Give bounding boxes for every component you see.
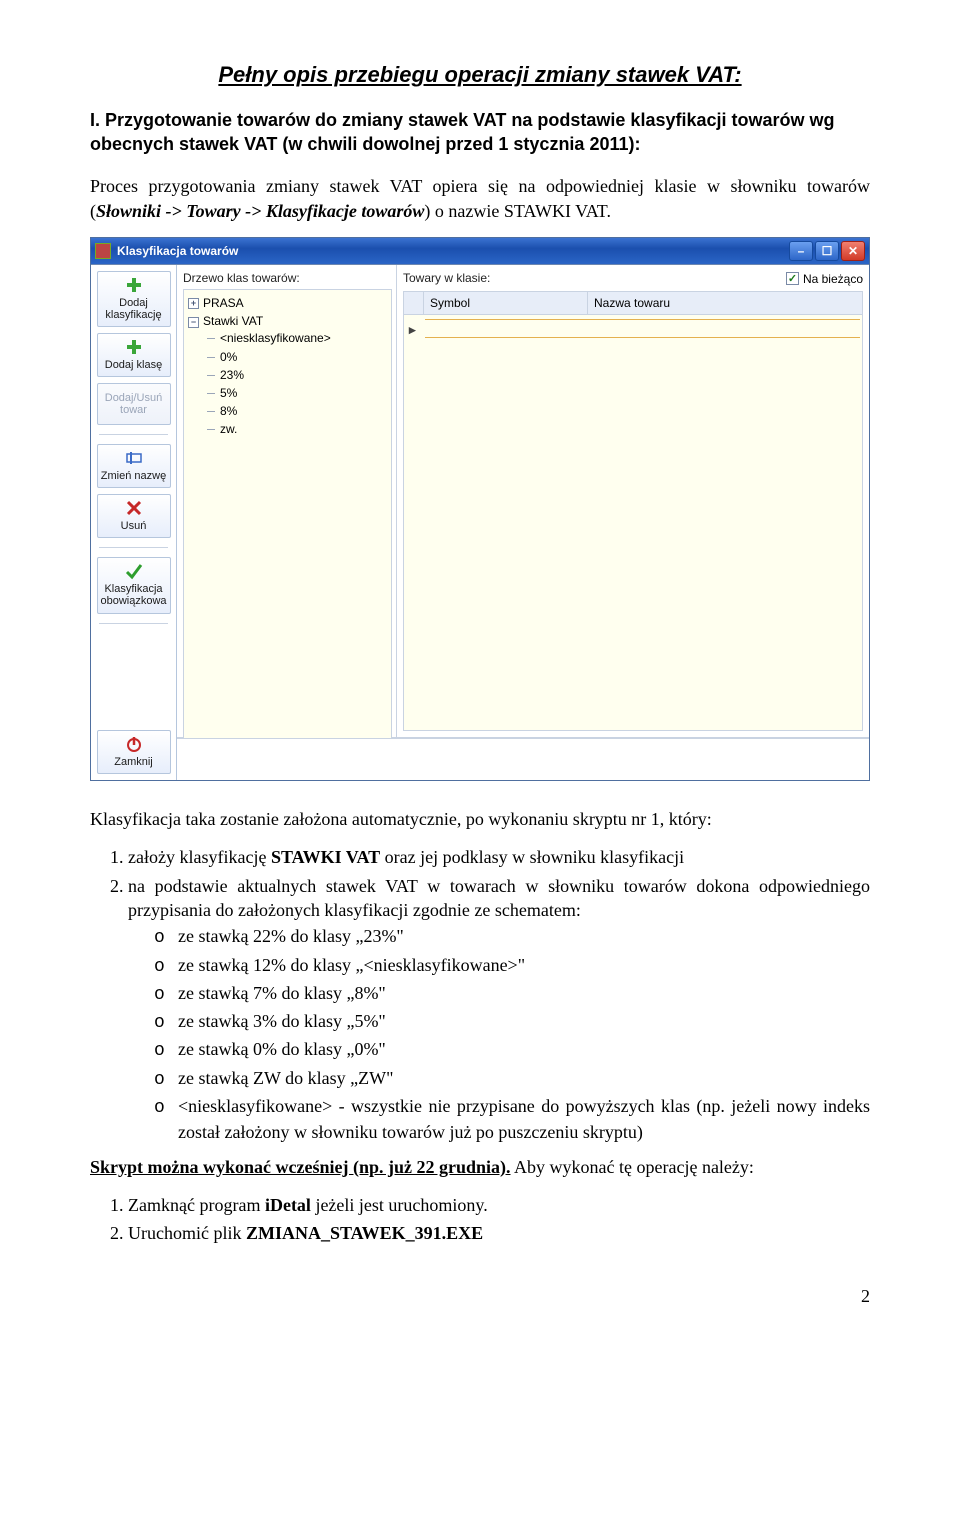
plus-green-icon [125, 276, 143, 294]
rename-label: Zmień nazwę [101, 470, 166, 482]
delete-button[interactable]: Usuń [97, 494, 171, 538]
col-name[interactable]: Nazwa towaru [588, 292, 862, 314]
minimize-button[interactable]: – [789, 241, 813, 261]
window-title: Klasyfikacja towarów [117, 243, 789, 259]
text-bold: ZMIANA_STAWEK_391.EXE [246, 1223, 483, 1243]
class-tree[interactable]: + PRASA −Stawki VAT <niesklasyfikowane> 0… [183, 289, 392, 749]
delete-label: Usuń [121, 520, 147, 532]
list-item: na podstawie aktualnych stawek VAT w tow… [128, 874, 870, 1145]
text-bold: iDetal [265, 1195, 311, 1215]
toolbar: Dodaj klasyfikację Dodaj klasę Dodaj/Usu… [91, 265, 177, 780]
close-button[interactable]: Zamknij [97, 730, 171, 774]
para1-fragment-c: ) o nazwie STAWKI VAT. [424, 201, 611, 221]
script-run-paragraph: Skrypt można wykonać wcześniej (np. już … [90, 1155, 870, 1179]
text-bold-underline: Skrypt można wykonać wcześniej (np. już … [90, 1157, 511, 1177]
status-area [177, 738, 869, 780]
add-remove-item-button: Dodaj/Usuń towar [97, 383, 171, 425]
check-green-icon [125, 562, 143, 580]
collapse-minus-icon[interactable]: − [188, 317, 199, 328]
tree-leaf[interactable]: zw. [204, 420, 387, 438]
bullet-sublist: ze stawką 22% do klasy „23%" ze stawką 1… [128, 924, 870, 1144]
col-symbol[interactable]: Symbol [424, 292, 588, 314]
list-item: Zamknąć program iDetal jeżeli jest uruch… [128, 1193, 870, 1217]
menu-path: Słowniki -> Towary -> Klasyfikacje towar… [96, 201, 424, 221]
add-class-label: Dodaj klasę [105, 359, 162, 371]
classification-required-button[interactable]: Klasyfikacja obowiązkowa [97, 557, 171, 613]
app-icon [95, 243, 111, 259]
table-body[interactable]: ▸ [403, 315, 863, 731]
page-title: Pełny opis przebiegu operacji zmiany sta… [90, 60, 870, 90]
title-bar: Klasyfikacja towarów – ☐ ✕ [91, 238, 869, 264]
tree-leaf[interactable]: 8% [204, 402, 387, 420]
grid-label: Towary w klasie: [403, 269, 490, 289]
tree-label: Drzewo klas towarów: [183, 269, 392, 289]
page-number: 2 [90, 1284, 870, 1308]
list-item: ze stawką 3% do klasy „5%" [178, 1009, 870, 1035]
app-screenshot: Klasyfikacja towarów – ☐ ✕ Dodaj klasyfi… [90, 237, 870, 781]
classification-required-label: Klasyfikacja obowiązkowa [100, 583, 168, 607]
add-classification-button[interactable]: Dodaj klasyfikację [97, 271, 171, 327]
text-fragment: Zamknąć program [128, 1195, 265, 1215]
on-the-fly-label: Na bieżąco [803, 271, 863, 287]
add-class-button[interactable]: Dodaj klasę [97, 333, 171, 377]
tree-leaf[interactable]: 23% [204, 366, 387, 384]
list-item: ze stawką 12% do klasy „<niesklasyfikowa… [178, 953, 870, 979]
tree-node-label: PRASA [203, 296, 244, 310]
para-after-figure: Klasyfikacja taka zostanie założona auto… [90, 807, 870, 831]
intro-paragraph: Proces przygotowania zmiany stawek VAT o… [90, 174, 870, 223]
close-window-button[interactable]: ✕ [841, 241, 865, 261]
table-header: Symbol Nazwa towaru [403, 291, 863, 315]
list-item: ze stawką 7% do klasy „8%" [178, 981, 870, 1007]
add-remove-item-label: Dodaj/Usuń towar [100, 392, 168, 416]
tree-leaf[interactable]: 5% [204, 384, 387, 402]
list-item: założy klasyfikację STAWKI VAT oraz jej … [128, 845, 870, 869]
tree-leaf[interactable]: 0% [204, 348, 387, 366]
list-item: ze stawką 22% do klasy „23%" [178, 924, 870, 950]
text-fragment: Uruchomić plik [128, 1223, 246, 1243]
numbered-list-2: Zamknąć program iDetal jeżeli jest uruch… [90, 1193, 870, 1246]
text-fragment: Aby wykonać tę operację należy: [511, 1157, 754, 1177]
list-item: Uruchomić plik ZMIANA_STAWEK_391.EXE [128, 1221, 870, 1245]
power-icon [125, 735, 143, 753]
plus-green-icon [125, 338, 143, 356]
text-fragment: na podstawie aktualnych stawek VAT w tow… [128, 876, 870, 920]
checkbox-checked-icon: ✓ [786, 272, 799, 285]
numbered-list-1: założy klasyfikację STAWKI VAT oraz jej … [90, 845, 870, 1144]
tree-leaf[interactable]: <niesklasyfikowane> [204, 329, 387, 347]
tree-node-stawki-vat[interactable]: −Stawki VAT <niesklasyfikowane> 0% 23% 5… [188, 312, 387, 439]
maximize-button[interactable]: ☐ [815, 241, 839, 261]
section-1-heading: I. Przygotowanie towarów do zmiany stawe… [90, 108, 870, 157]
tree-node-prasa[interactable]: + PRASA [188, 294, 387, 312]
on-the-fly-checkbox[interactable]: ✓ Na bieżąco [786, 271, 863, 287]
delete-icon [125, 499, 143, 517]
tree-node-label: Stawki VAT [203, 314, 263, 328]
list-item: ze stawką ZW do klasy „ZW" [178, 1066, 870, 1092]
list-item: <niesklasyfikowane> - wszystkie nie przy… [178, 1094, 870, 1145]
close-button-label: Zamknij [114, 756, 153, 768]
rename-button[interactable]: Zmień nazwę [97, 444, 171, 488]
text-bold: STAWKI VAT [271, 847, 380, 867]
text-fragment: założy klasyfikację [128, 847, 271, 867]
add-classification-label: Dodaj klasyfikację [100, 297, 168, 321]
text-fragment: oraz jej podklasy w słowniku klasyfikacj… [380, 847, 684, 867]
expand-plus-icon[interactable]: + [188, 298, 199, 309]
rename-icon [125, 449, 143, 467]
list-item: ze stawką 0% do klasy „0%" [178, 1037, 870, 1063]
text-fragment: jeżeli jest uruchomiony. [311, 1195, 488, 1215]
row-marker-icon: ▸ [409, 321, 416, 339]
